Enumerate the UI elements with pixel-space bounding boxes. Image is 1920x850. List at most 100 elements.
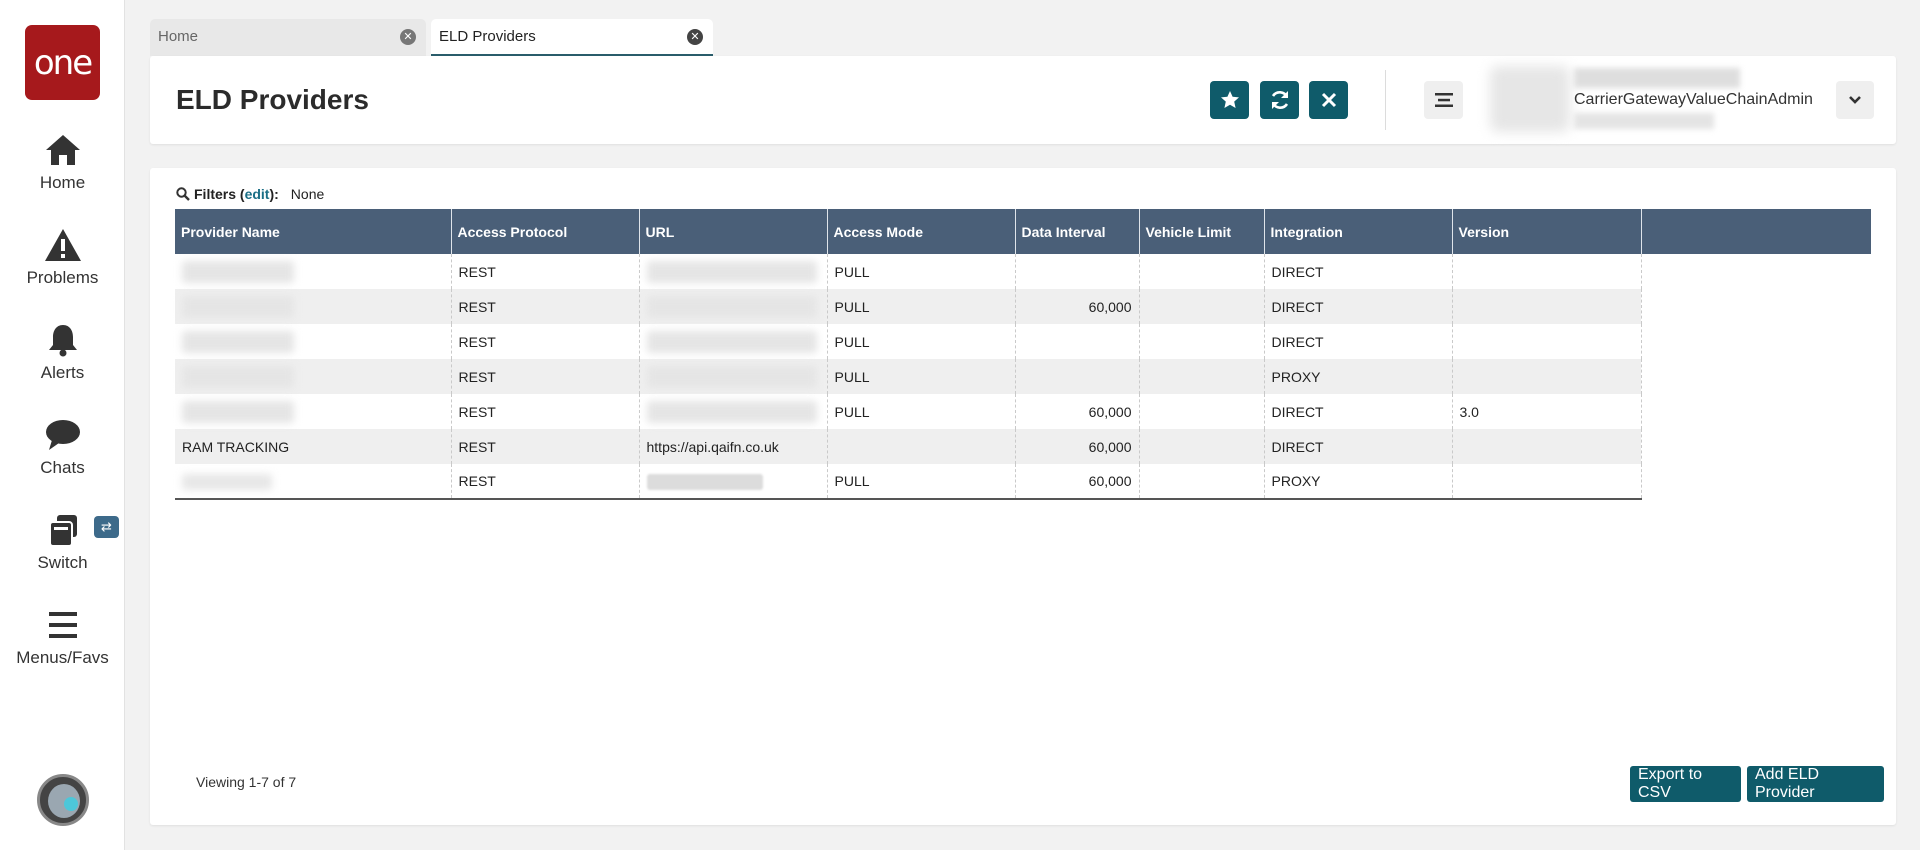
tab-label: ELD Providers: [439, 28, 536, 45]
access-protocol-cell: REST: [451, 429, 640, 464]
tab-eld-providers[interactable]: ELD Providers ✕: [431, 19, 713, 56]
table-row[interactable]: REST PULL 60,000 DIRECT: [175, 289, 1871, 324]
url-cell: [639, 289, 828, 324]
user-org-redacted: [1574, 68, 1740, 88]
provider-name-cell[interactable]: [175, 324, 452, 359]
provider-name-cell[interactable]: [175, 254, 452, 289]
redacted-provider-name: [182, 400, 294, 423]
column-header-url[interactable]: URL: [639, 209, 828, 254]
hamburger-icon: [1434, 93, 1453, 107]
tab-home[interactable]: Home ✕: [150, 19, 426, 56]
bell-icon: [48, 325, 77, 357]
provider-name-cell[interactable]: [175, 289, 452, 324]
table-row[interactable]: REST PULL 60,000 DIRECT 3.0: [175, 394, 1871, 429]
sidebar-item-alerts[interactable]: Alerts: [0, 323, 125, 383]
close-button[interactable]: [1309, 81, 1348, 119]
favorite-button[interactable]: [1210, 81, 1249, 119]
eld-providers-table: Provider Name Access Protocol URL Access…: [175, 209, 1871, 500]
access-mode-cell: PULL: [827, 289, 1016, 324]
version-cell: [1452, 254, 1642, 289]
sidebar-item-label: Home: [39, 173, 86, 192]
add-eld-provider-button[interactable]: Add ELD Provider: [1747, 766, 1884, 802]
column-header-filler: [1641, 209, 1871, 254]
url-cell: [639, 394, 828, 429]
switch-icon: [48, 515, 77, 547]
sidebar-item-problems[interactable]: Problems: [0, 228, 125, 288]
column-header-vehicle-limit[interactable]: Vehicle Limit: [1139, 209, 1265, 254]
filler-cell: [1641, 289, 1871, 324]
header-divider: [1385, 70, 1386, 130]
data-interval-cell: 60,000: [1015, 464, 1140, 500]
user-dropdown-button[interactable]: [1836, 81, 1874, 119]
pagination-status: Viewing 1-7 of 7: [196, 774, 297, 790]
chat-icon: [45, 420, 80, 450]
vehicle-limit-cell: [1139, 429, 1265, 464]
url-cell: [639, 464, 828, 500]
filters-bar: Filters (edit): None: [176, 186, 324, 202]
user-photo-redacted: [1490, 66, 1570, 132]
table-row[interactable]: REST PULL PROXY: [175, 359, 1871, 394]
export-csv-button[interactable]: Export to CSV: [1630, 766, 1741, 802]
provider-name-link[interactable]: RAM TRACKING: [175, 429, 452, 464]
table-row[interactable]: REST PULL DIRECT: [175, 324, 1871, 359]
data-interval-cell: 60,000: [1015, 394, 1140, 429]
access-mode-cell: PULL: [827, 359, 1016, 394]
logo-text: one: [33, 42, 93, 83]
access-protocol-cell: REST: [451, 254, 640, 289]
provider-name-cell[interactable]: [175, 394, 452, 429]
sidebar-item-chats[interactable]: Chats: [0, 418, 125, 478]
provider-name-cell[interactable]: [175, 359, 452, 394]
search-icon: [176, 187, 190, 201]
chevron-down-icon: [1849, 96, 1861, 104]
filters-label: Filters (edit):: [194, 186, 279, 202]
tab-label: Home: [158, 28, 199, 45]
switch-badge-icon[interactable]: ⇄: [94, 516, 119, 538]
sidebar-item-label: Chats: [40, 458, 85, 477]
avatar-glow-shape: [64, 797, 78, 811]
redacted-url: [646, 330, 817, 353]
filters-value: None: [290, 186, 325, 202]
access-protocol-cell: REST: [451, 289, 640, 324]
hamburger-menu-button[interactable]: [1424, 81, 1463, 119]
integration-cell: PROXY: [1264, 359, 1453, 394]
sidebar-item-label: Problems: [26, 268, 99, 287]
integration-cell: PROXY: [1264, 464, 1453, 500]
access-mode-cell: PULL: [827, 394, 1016, 429]
table-row[interactable]: REST PULL DIRECT: [175, 254, 1871, 289]
column-header-access-mode[interactable]: Access Mode: [827, 209, 1016, 254]
column-header-integration[interactable]: Integration: [1264, 209, 1453, 254]
menu-icon: [48, 612, 77, 638]
table-row[interactable]: RAM TRACKING REST https://api.qaifn.co.u…: [175, 429, 1871, 464]
column-header-access-protocol[interactable]: Access Protocol: [451, 209, 640, 254]
access-protocol-cell: REST: [451, 464, 640, 500]
table-row[interactable]: REST PULL 60,000 PROXY: [175, 464, 1871, 500]
provider-name-cell[interactable]: [175, 464, 452, 500]
access-mode-cell: PULL: [827, 464, 1016, 500]
close-tab-icon[interactable]: ✕: [400, 29, 416, 45]
data-interval-cell: 60,000: [1015, 289, 1140, 324]
vehicle-limit-cell: [1139, 289, 1265, 324]
filters-edit-link[interactable]: edit: [245, 186, 270, 202]
close-tab-icon[interactable]: ✕: [687, 29, 703, 45]
sidebar-item-menus-favs[interactable]: Menus/Favs: [0, 608, 125, 668]
filler-cell: [1641, 429, 1871, 464]
page-header: ELD Providers CarrierGatewayValueChainAd…: [150, 56, 1896, 144]
user-avatar[interactable]: [37, 774, 89, 826]
integration-cell: DIRECT: [1264, 429, 1453, 464]
vehicle-limit-cell: [1139, 254, 1265, 289]
close-icon: [1321, 92, 1336, 108]
access-protocol-cell: REST: [451, 359, 640, 394]
refresh-button[interactable]: [1260, 81, 1299, 119]
column-header-version[interactable]: Version: [1452, 209, 1642, 254]
page-title: ELD Providers: [176, 84, 369, 115]
app-logo[interactable]: one: [25, 25, 100, 100]
access-protocol-cell: REST: [451, 394, 640, 429]
sidebar-item-home[interactable]: Home: [0, 133, 125, 193]
column-header-provider-name[interactable]: Provider Name: [175, 209, 452, 254]
data-interval-cell: [1015, 324, 1140, 359]
integration-cell: DIRECT: [1264, 289, 1453, 324]
version-cell: [1452, 324, 1642, 359]
version-cell: [1452, 289, 1642, 324]
access-mode-cell: PULL: [827, 254, 1016, 289]
column-header-data-interval[interactable]: Data Interval: [1015, 209, 1140, 254]
